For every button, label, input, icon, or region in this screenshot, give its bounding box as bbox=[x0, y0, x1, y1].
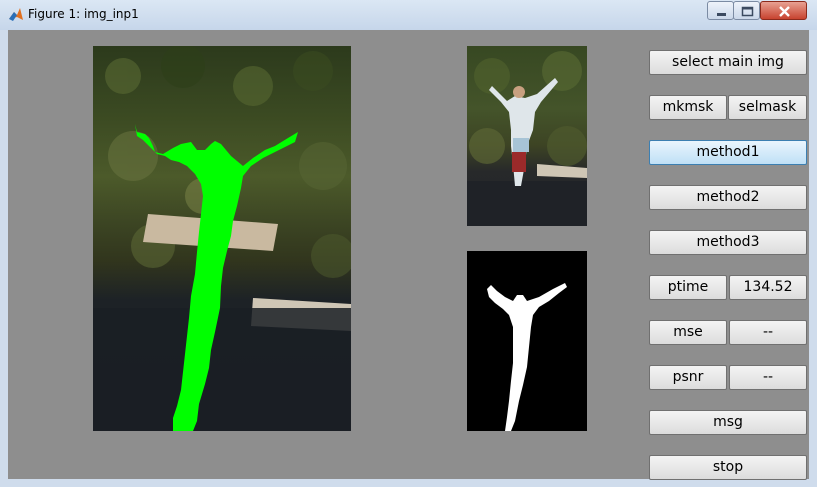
main-image-axes[interactable] bbox=[93, 46, 351, 431]
white-mask bbox=[487, 283, 567, 431]
method2-button[interactable]: method2 bbox=[649, 185, 807, 210]
msg-button[interactable]: msg bbox=[649, 410, 807, 435]
selmask-button[interactable]: selmask bbox=[728, 95, 807, 120]
main-image bbox=[93, 46, 351, 431]
matlab-icon bbox=[8, 7, 24, 23]
ptime-button[interactable]: ptime bbox=[649, 275, 727, 300]
close-icon bbox=[779, 6, 790, 17]
psnr-value: -- bbox=[729, 365, 807, 390]
title-bar[interactable]: Figure 1: img_inp1 bbox=[0, 0, 817, 30]
method3-button[interactable]: method3 bbox=[649, 230, 807, 255]
window-title: Figure 1: img_inp1 bbox=[28, 7, 139, 21]
mask-image-axes[interactable] bbox=[467, 251, 587, 431]
figure-window: Figure 1: img_inp1 select main img mkmsk… bbox=[0, 0, 817, 487]
maximize-button[interactable] bbox=[733, 1, 760, 20]
stop-button[interactable]: stop bbox=[649, 455, 807, 480]
select-main-img-button[interactable]: select main img bbox=[649, 50, 807, 75]
close-button[interactable] bbox=[760, 1, 807, 20]
source-image bbox=[467, 51, 587, 226]
mkmsk-button[interactable]: mkmsk bbox=[649, 95, 727, 120]
maximize-icon bbox=[741, 6, 754, 17]
minimize-icon bbox=[717, 13, 726, 16]
mse-value: -- bbox=[729, 320, 807, 345]
minimize-button[interactable] bbox=[707, 1, 734, 20]
psnr-button[interactable]: psnr bbox=[649, 365, 727, 390]
mse-button[interactable]: mse bbox=[649, 320, 727, 345]
figure-canvas: select main img mkmsk selmask method1 me… bbox=[8, 30, 809, 480]
method1-button[interactable]: method1 bbox=[649, 140, 807, 165]
ptime-value: 134.52 bbox=[729, 275, 807, 300]
mask-image bbox=[487, 283, 567, 431]
source-image-axes[interactable] bbox=[467, 46, 587, 226]
